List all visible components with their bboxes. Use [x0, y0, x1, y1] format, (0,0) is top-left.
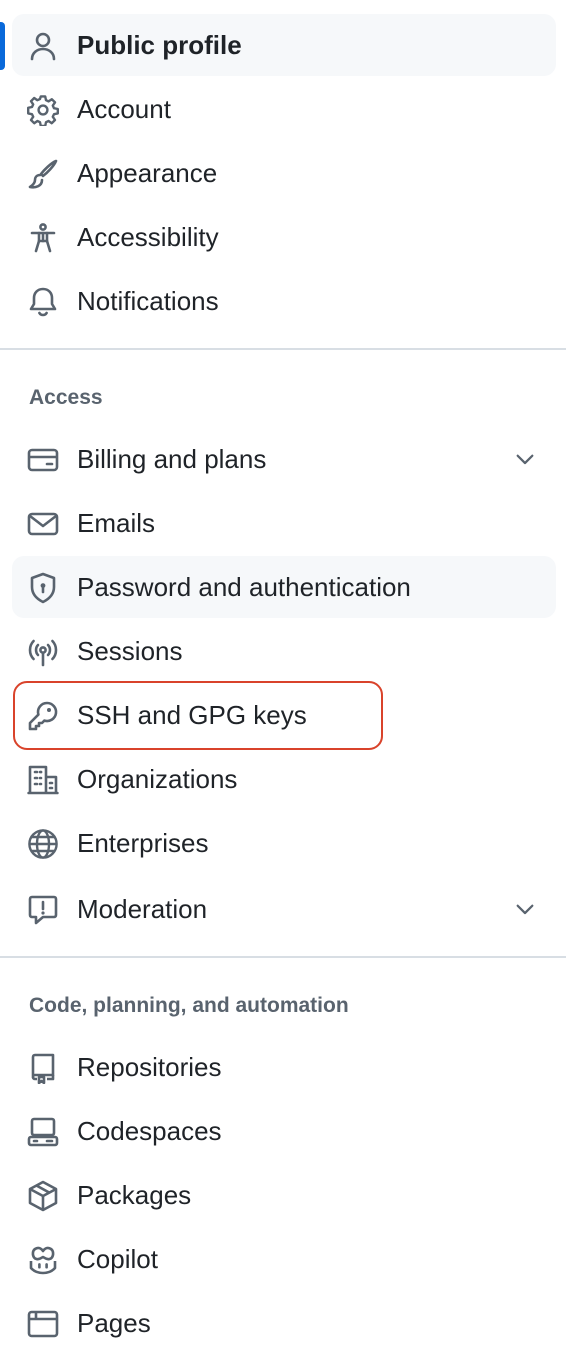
codespaces-icon	[26, 1115, 60, 1149]
sidebar-item-label: Public profile	[77, 30, 242, 60]
sidebar-item-label: Moderation	[77, 894, 208, 924]
sidebar-item-billing[interactable]: Billing and plans	[12, 428, 556, 490]
sidebar-item-emails[interactable]: Emails	[12, 492, 556, 554]
section-heading-access: Access	[29, 386, 103, 409]
sidebar-item-organizations[interactable]: Organizations	[12, 748, 556, 810]
active-indicator	[0, 22, 5, 70]
sidebar-item-packages[interactable]: Packages	[12, 1164, 556, 1226]
sidebar-item-codespaces[interactable]: Codespaces	[12, 1100, 556, 1162]
sidebar-item-label: Notifications	[77, 286, 219, 316]
package-icon	[26, 1179, 60, 1213]
paintbrush-icon	[26, 157, 60, 191]
sidebar-item-label: Repositories	[77, 1052, 222, 1082]
sidebar-item-label: Codespaces	[77, 1116, 222, 1146]
sidebar-item-label: Billing and plans	[77, 444, 267, 474]
sidebar-item-sessions[interactable]: Sessions	[12, 620, 556, 682]
sidebar-item-public-profile[interactable]: Public profile	[12, 14, 556, 76]
sidebar-item-notifications[interactable]: Notifications	[12, 270, 556, 332]
sidebar-item-label: Accessibility	[77, 222, 219, 252]
sidebar-item-label: Password and authentication	[77, 572, 411, 602]
sidebar-item-ssh-gpg-keys[interactable]: SSH and GPG keys	[12, 684, 556, 746]
sidebar-item-moderation[interactable]: Moderation	[12, 878, 556, 940]
section-divider	[0, 956, 566, 958]
sidebar-item-label: Pages	[77, 1308, 151, 1338]
sidebar-item-label: Emails	[77, 508, 156, 538]
copilot-icon	[26, 1243, 60, 1277]
sidebar-item-label: Packages	[77, 1180, 192, 1210]
sidebar-item-repositories[interactable]: Repositories	[12, 1036, 556, 1098]
sidebar-item-label: Appearance	[77, 158, 218, 188]
sidebar-item-copilot[interactable]: Copilot	[12, 1228, 556, 1290]
sidebar-item-label: Enterprises	[77, 828, 209, 858]
sidebar-item-label: Organizations	[77, 764, 238, 794]
section-heading-code-planning-automation: Code, planning, and automation	[29, 994, 349, 1017]
sidebar-item-label: SSH and GPG keys	[77, 700, 307, 730]
sidebar-item-label: Sessions	[77, 636, 183, 666]
sidebar-item-label: Copilot	[77, 1244, 158, 1274]
credit-card-icon	[26, 443, 60, 477]
section-divider	[0, 348, 566, 350]
person-icon	[26, 29, 60, 63]
report-icon	[26, 893, 60, 927]
chevron-down-icon[interactable]	[512, 896, 538, 922]
chevron-down-icon[interactable]	[512, 446, 538, 472]
repo-icon	[26, 1051, 60, 1085]
bell-icon	[26, 285, 60, 319]
browser-icon	[26, 1307, 60, 1341]
sidebar-item-label: Account	[77, 94, 171, 124]
sidebar-item-enterprises[interactable]: Enterprises	[12, 812, 556, 874]
globe-icon	[26, 827, 60, 861]
sidebar-item-accessibility[interactable]: Accessibility	[12, 206, 556, 268]
gear-icon	[26, 93, 60, 127]
accessibility-icon	[26, 221, 60, 255]
key-icon	[26, 699, 60, 733]
sidebar-item-account[interactable]: Account	[12, 78, 556, 140]
broadcast-icon	[26, 635, 60, 669]
mail-icon	[26, 507, 60, 541]
shield-lock-icon	[26, 571, 60, 605]
sidebar-item-pages[interactable]: Pages	[12, 1292, 556, 1354]
sidebar-item-password-authentication[interactable]: Password and authentication	[12, 556, 556, 618]
sidebar-item-appearance[interactable]: Appearance	[12, 142, 556, 204]
organization-icon	[26, 763, 60, 797]
